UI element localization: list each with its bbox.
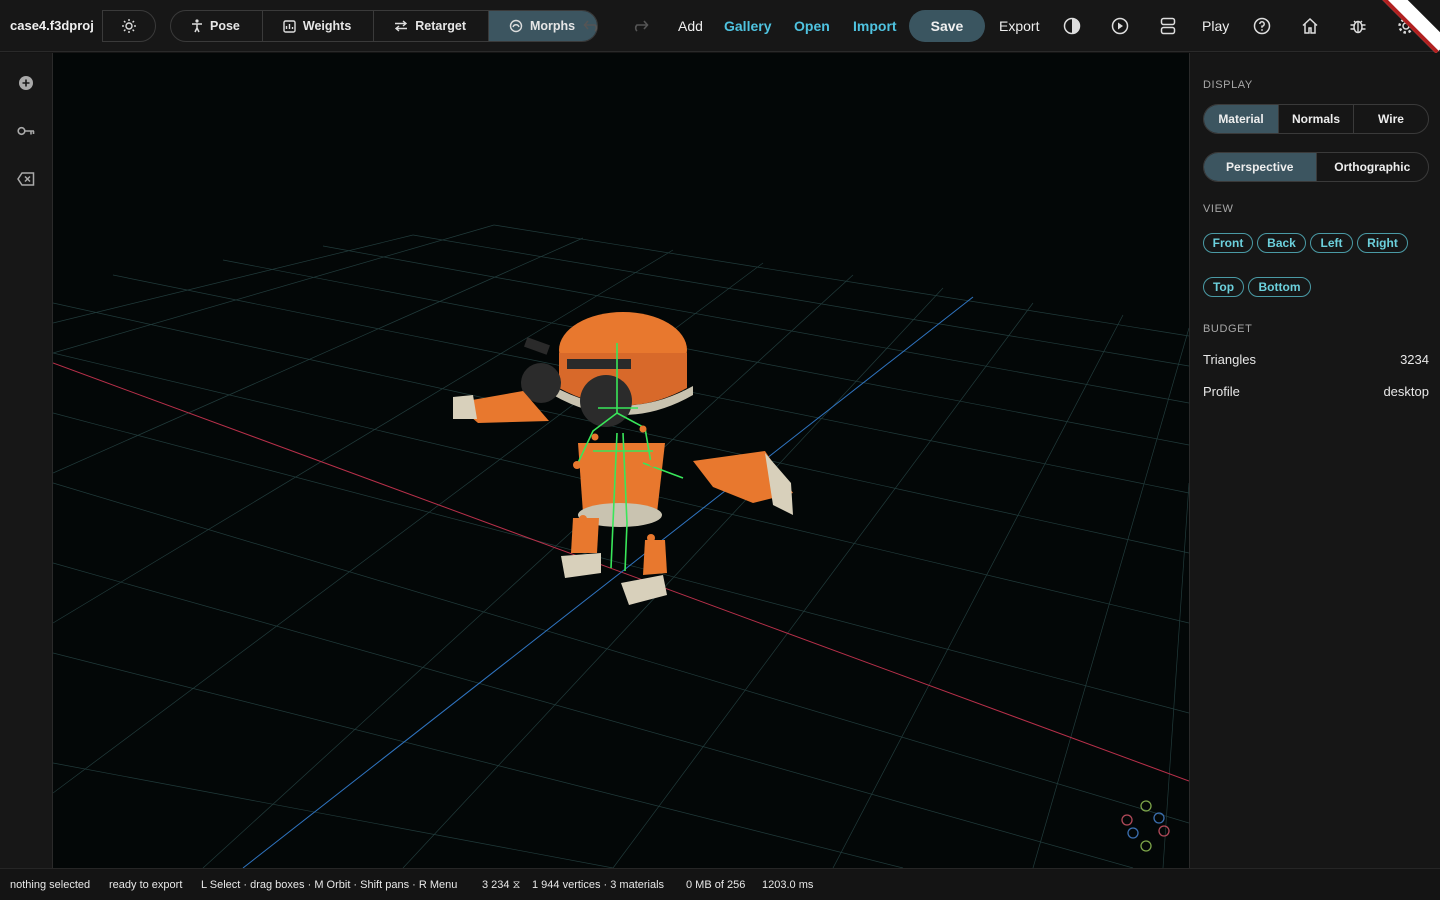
sun-icon [122, 19, 136, 33]
theme-toggle-button[interactable] [102, 10, 156, 42]
display-section-title: DISPLAY [1203, 79, 1253, 91]
debug-ribbon [1379, 0, 1440, 54]
orthographic-button[interactable]: Orthographic [1317, 153, 1429, 181]
display-mode-segmented: Material Normals Wire [1203, 104, 1429, 134]
key-icon[interactable] [16, 121, 36, 141]
figure-icon [192, 19, 202, 33]
add-circle-icon[interactable] [16, 73, 36, 93]
play-circle-icon[interactable] [1110, 16, 1130, 36]
frame-timing: 1203.0 ms [762, 879, 814, 891]
save-button[interactable]: Save [909, 10, 985, 42]
redo-icon[interactable] [630, 16, 650, 36]
arrows-swap-icon [395, 20, 408, 32]
view-left-button[interactable]: Left [1310, 233, 1353, 253]
contrast-icon[interactable] [1062, 16, 1082, 36]
bug-icon[interactable] [1348, 16, 1368, 36]
view-section-title: VIEW [1203, 203, 1234, 215]
view-front-button[interactable]: Front [1203, 233, 1253, 253]
profile-label: Profile [1203, 384, 1240, 399]
left-tool-rail [0, 53, 53, 868]
view-right-button[interactable]: Right [1357, 233, 1408, 253]
play-button[interactable]: Play [1202, 18, 1229, 34]
mode-label: Weights [302, 19, 352, 33]
triangles-row: Triangles 3234 [1203, 352, 1429, 367]
budget-section-title: BUDGET [1203, 323, 1253, 335]
view-back-button[interactable]: Back [1257, 233, 1306, 253]
triangles-label: Triangles [1203, 352, 1256, 367]
top-toolbar: case4.f3dproj Pose Weights Retarget Morp… [0, 0, 1440, 54]
help-icon[interactable] [1252, 16, 1272, 36]
display-normals-button[interactable]: Normals [1279, 105, 1354, 133]
mode-label: Pose [210, 19, 240, 33]
selection-status: nothing selected [10, 879, 91, 891]
import-link[interactable]: Import [853, 18, 897, 34]
mode-pose-tab[interactable]: Pose [171, 11, 263, 41]
properties-panel: DISPLAY Material Normals Wire Perspectiv… [1189, 53, 1440, 868]
robot-model [453, 312, 793, 605]
add-button[interactable]: Add [678, 18, 703, 34]
scene-canvas [53, 224, 1189, 868]
morph-icon [509, 19, 523, 33]
mode-retarget-tab[interactable]: Retarget [374, 11, 489, 41]
mode-morphs-tab[interactable]: Morphs [489, 11, 598, 41]
triangle-count: 3 234 ⧖ [482, 879, 521, 891]
mode-weights-tab[interactable]: Weights [263, 11, 375, 41]
view-gizmo [1121, 800, 1170, 852]
geometry-stats: 1 944 vertices · 3 materials [532, 879, 665, 891]
view-bottom-button[interactable]: Bottom [1248, 277, 1311, 297]
undo-icon[interactable] [582, 16, 602, 36]
status-bar: nothing selected ready to export L Selec… [0, 868, 1440, 900]
open-link[interactable]: Open [794, 18, 830, 34]
mode-switcher: Pose Weights Retarget Morphs [170, 10, 599, 42]
weights-icon [283, 19, 296, 33]
display-material-button[interactable]: Material [1204, 105, 1279, 133]
export-status: ready to export [109, 879, 183, 891]
profile-value: desktop [1383, 384, 1429, 399]
triangles-value: 3234 [1400, 352, 1429, 367]
export-button[interactable]: Export [999, 18, 1039, 34]
display-wire-button[interactable]: Wire [1354, 105, 1428, 133]
3d-viewport[interactable] [53, 53, 1189, 868]
memory-usage: 0 MB of 256 [686, 879, 746, 891]
layout-rows-icon[interactable] [1158, 16, 1178, 36]
home-icon[interactable] [1300, 16, 1320, 36]
projection-segmented: Perspective Orthographic [1203, 152, 1429, 182]
profile-row: Profile desktop [1203, 384, 1429, 399]
mode-label: Morphs [530, 19, 576, 33]
input-hints: L Select · drag boxes · M Orbit · Shift … [201, 879, 458, 891]
gallery-link[interactable]: Gallery [724, 18, 771, 34]
mode-label: Retarget [415, 19, 466, 33]
project-name: case4.f3dproj [10, 18, 94, 33]
backspace-delete-icon[interactable] [16, 169, 36, 189]
perspective-button[interactable]: Perspective [1204, 153, 1317, 181]
view-top-button[interactable]: Top [1203, 277, 1244, 297]
